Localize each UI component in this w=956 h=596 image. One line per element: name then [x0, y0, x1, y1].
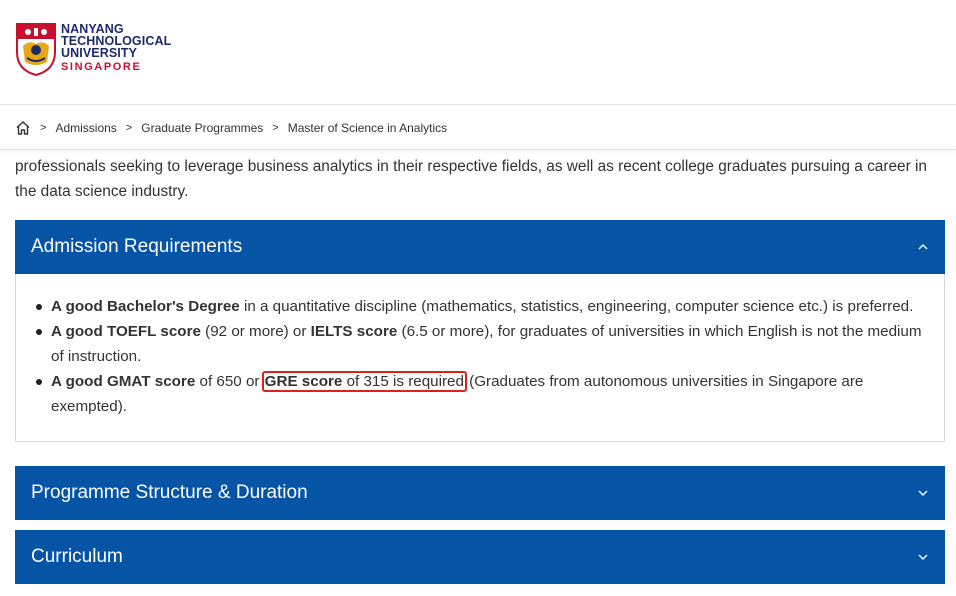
accordion-header-curriculum[interactable]: Curriculum: [15, 530, 945, 584]
requirement-bold: IELTS score: [310, 323, 398, 340]
gre-highlight-box: GRE score of 315 is required: [261, 371, 467, 392]
chevron-up-icon[interactable]: [917, 241, 929, 253]
chevron-down-icon[interactable]: [917, 487, 929, 499]
accordion-curriculum: Curriculum: [15, 530, 945, 584]
accordion-title: Curriculum: [31, 546, 123, 567]
list-item: A good Bachelor's Degree in a quantitati…: [32, 294, 928, 319]
logo-line-3: UNIVERSITY: [61, 46, 138, 60]
breadcrumb-admissions[interactable]: Admissions: [55, 121, 116, 135]
requirement-text: in a quantitative discipline (mathematic…: [239, 298, 914, 315]
requirement-text: (92 or more) or: [200, 323, 311, 340]
site-header: NANYANG TECHNOLOGICAL UNIVERSITY SINGAPO…: [0, 0, 956, 105]
breadcrumb-graduate-programmes[interactable]: Graduate Programmes: [141, 121, 263, 135]
accordion-programme-structure: Programme Structure & Duration: [15, 466, 945, 520]
accordion-admission-requirements: Admission Requirements A good Bachelor's…: [15, 220, 945, 442]
list-item: A good TOEFL score (92 or more) or IELTS…: [32, 319, 928, 369]
home-icon[interactable]: [15, 120, 31, 136]
breadcrumb-current-page: Master of Science in Analytics: [287, 120, 448, 135]
logo-wordmark: NANYANG TECHNOLOGICAL UNIVERSITY SINGAPO…: [61, 23, 171, 73]
list-item: A good GMAT score of 650 or GRE score of…: [32, 369, 928, 419]
logo-line-4: SINGAPORE: [61, 61, 142, 73]
ntu-crest-icon: [16, 23, 56, 76]
chevron-down-icon[interactable]: [917, 551, 929, 563]
requirement-bold: A good TOEFL score: [51, 323, 201, 340]
breadcrumb-separator: >: [125, 121, 133, 134]
programme-intro-text: professionals seeking to leverage busine…: [15, 158, 927, 200]
requirement-text: of 650 or: [195, 373, 264, 390]
breadcrumb: > Admissions > Graduate Programmes > Mas…: [0, 106, 956, 150]
breadcrumb-separator: >: [40, 121, 47, 134]
requirement-text: of 315 is required: [342, 373, 464, 390]
accordion-header-admission-requirements[interactable]: Admission Requirements: [15, 220, 945, 274]
requirement-bold: A good GMAT score: [51, 373, 196, 390]
accordion-body-admission-requirements: A good Bachelor's Degree in a quantitati…: [15, 274, 945, 442]
breadcrumb-separator: >: [272, 121, 279, 134]
requirement-bold: GRE score: [264, 373, 343, 390]
requirements-list: A good Bachelor's Degree in a quantitati…: [32, 294, 928, 419]
accordion-header-programme-structure[interactable]: Programme Structure & Duration: [15, 466, 945, 520]
requirement-bold: A good Bachelor's Degree: [51, 298, 240, 315]
ntu-logo[interactable]: NANYANG TECHNOLOGICAL UNIVERSITY SINGAPO…: [15, 22, 171, 76]
accordion-title: Programme Structure & Duration: [31, 482, 308, 503]
accordion-title: Admission Requirements: [31, 236, 243, 257]
